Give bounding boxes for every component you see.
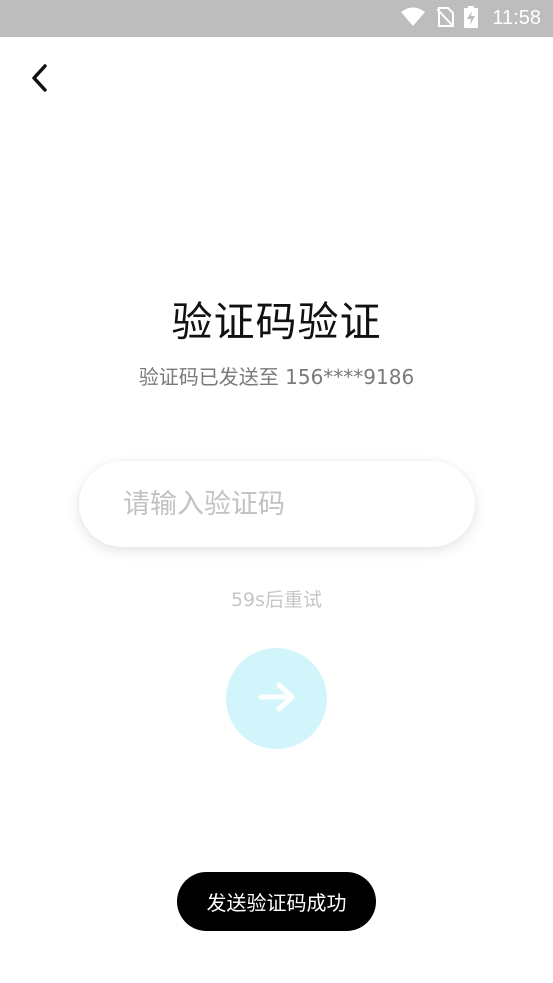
toast-message: 发送验证码成功 — [177, 872, 376, 931]
verification-code-input[interactable] — [123, 461, 453, 547]
arrow-right-icon — [257, 681, 297, 717]
status-icons: 11:58 — [400, 0, 541, 37]
next-button[interactable] — [226, 648, 327, 749]
page-title: 验证码验证 — [171, 298, 382, 346]
battery-charging-icon — [464, 5, 479, 32]
status-time: 11:58 — [492, 7, 541, 29]
status-bar: 11:58 — [0, 0, 553, 37]
sent-to-subtitle: 验证码已发送至 156****9186 — [138, 365, 415, 389]
no-sim-icon — [436, 6, 455, 31]
back-button[interactable] — [20, 60, 60, 100]
code-input-container — [79, 461, 475, 547]
wifi-icon — [400, 7, 426, 31]
chevron-left-icon — [30, 63, 50, 97]
resend-countdown: 59s后重试 — [230, 589, 323, 611]
